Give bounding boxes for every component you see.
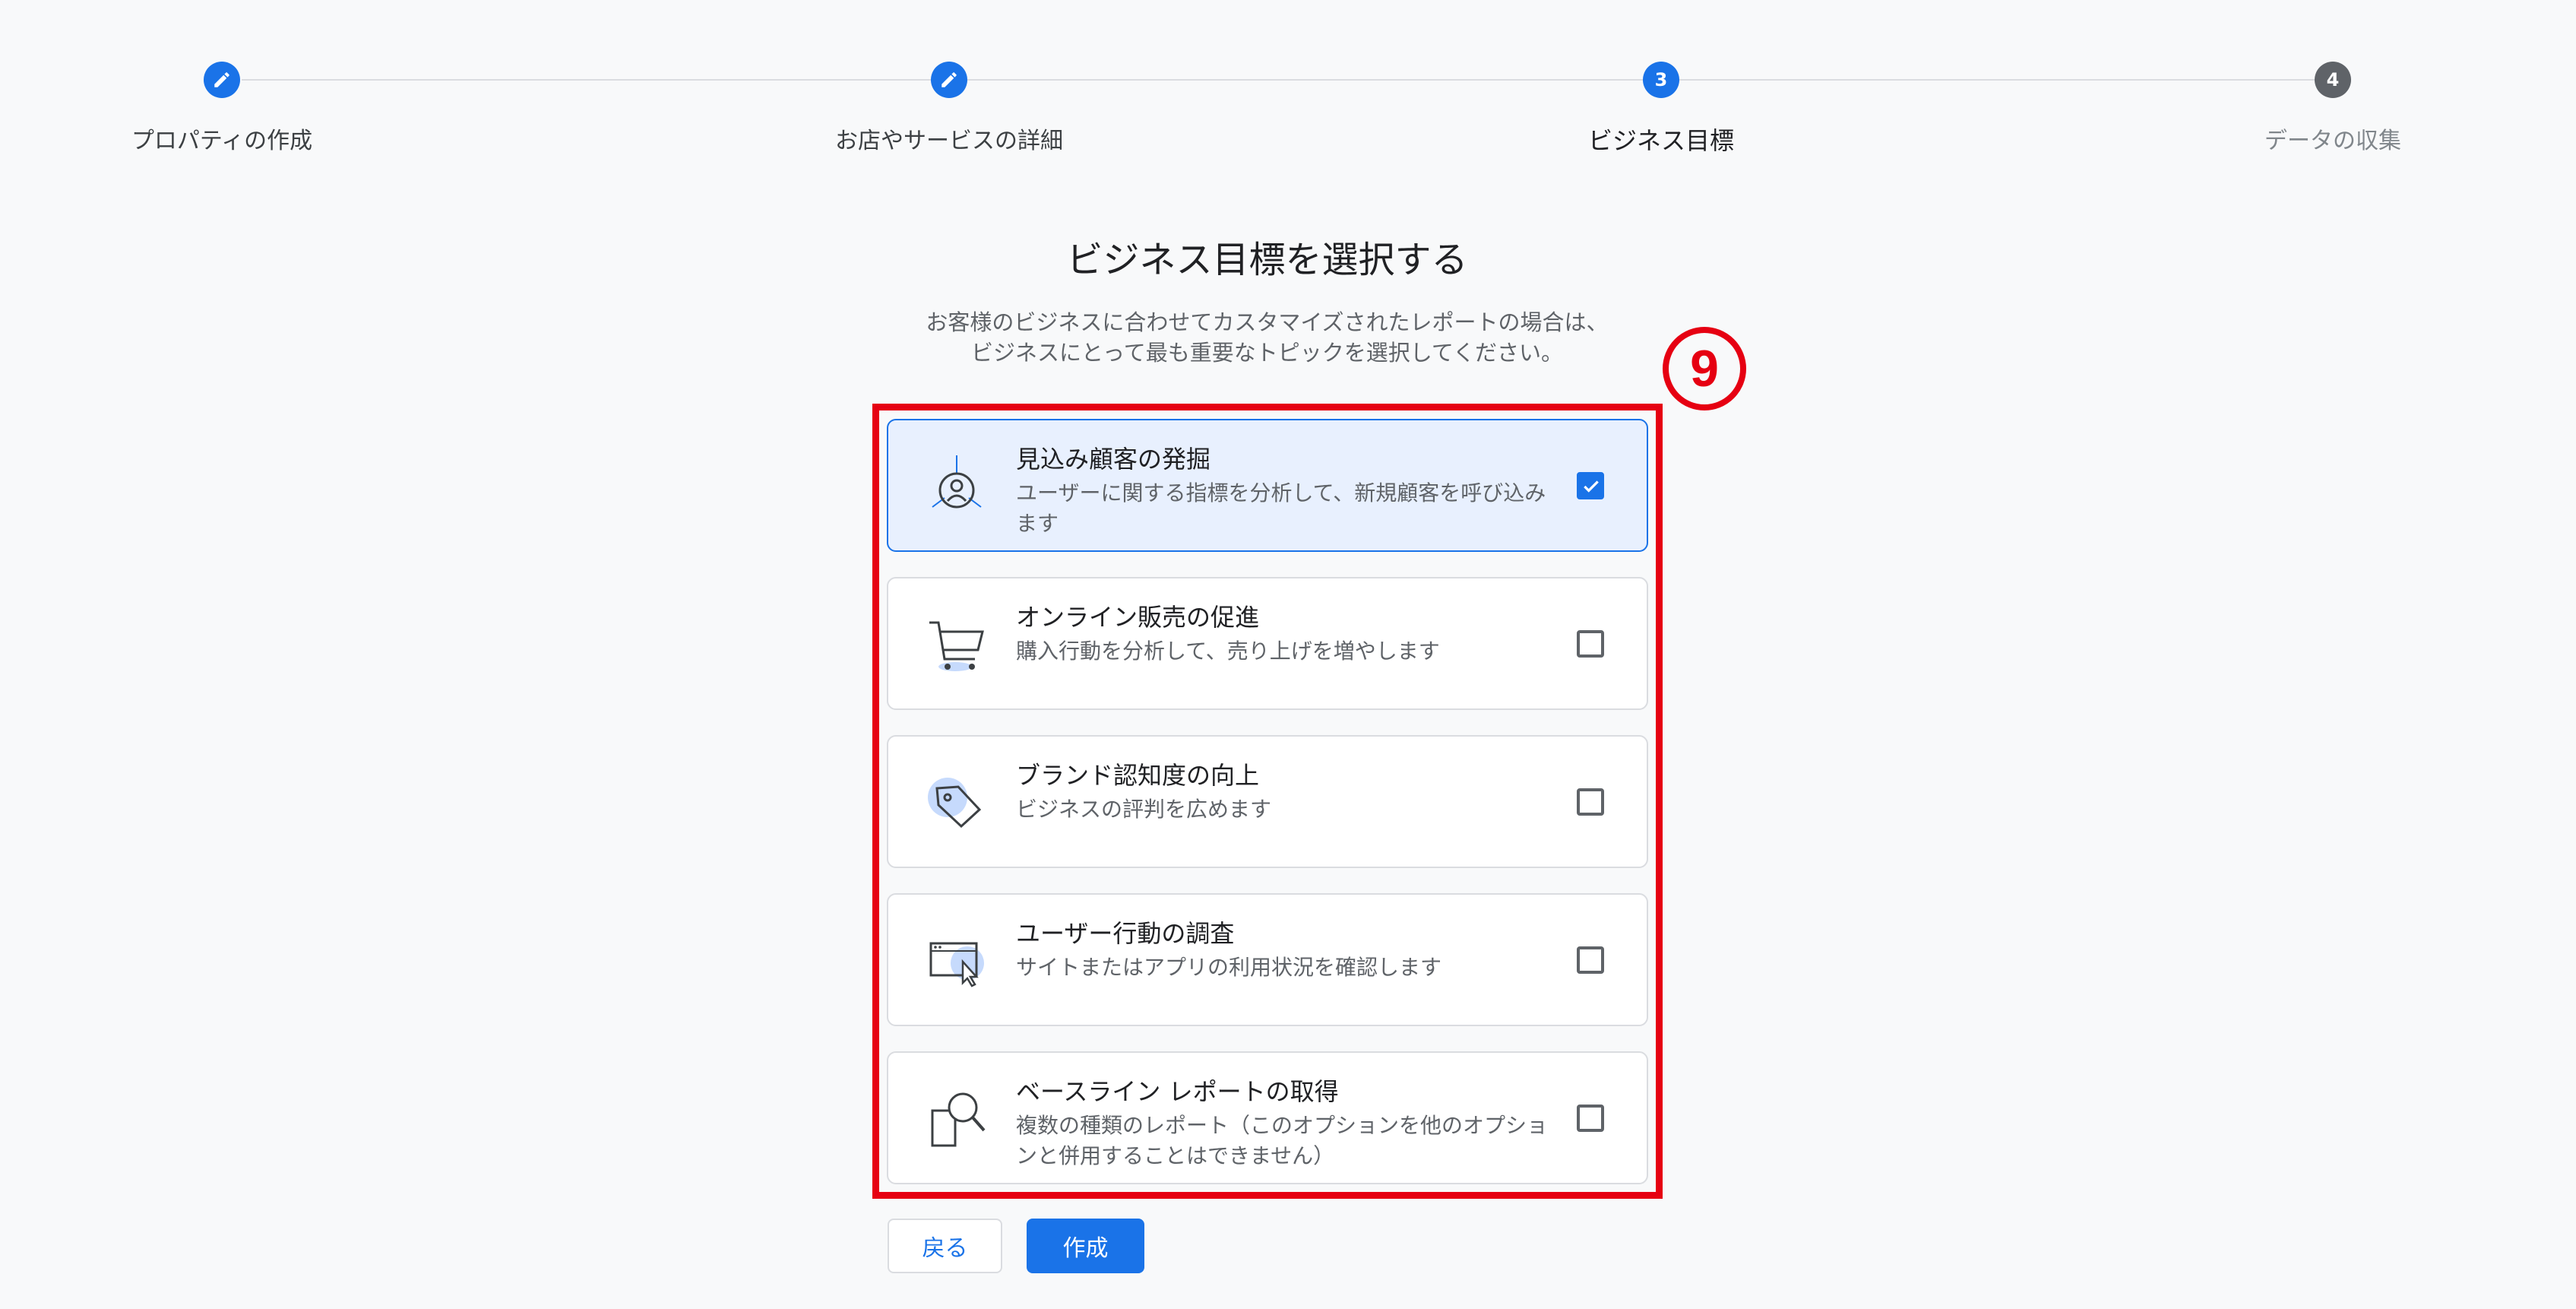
back-button[interactable]: 戻る bbox=[888, 1219, 1002, 1273]
annotation-number-badge: 9 bbox=[1663, 327, 1746, 410]
step-4-number: 4 bbox=[2315, 62, 2351, 98]
annotation-highlight-box bbox=[872, 404, 1663, 1199]
page-title: ビジネス目標を選択する bbox=[1066, 239, 1468, 281]
subtitle-line-1: お客様のビジネスに合わせてカスタマイズされたレポートの場合は、 bbox=[926, 309, 1609, 335]
step-3-number: 3 bbox=[1643, 62, 1679, 98]
step-3-label: ビジネス目標 bbox=[1587, 126, 1734, 155]
step-1-label: プロパティの作成 bbox=[131, 128, 313, 154]
subtitle-line-2: ビジネスにとって最も重要なトピックを選択してください。 bbox=[971, 340, 1563, 366]
step-1-edit-icon[interactable] bbox=[204, 62, 240, 98]
page-subtitle: お客様のビジネスに合わせてカスタマイズされたレポートの場合は、 ビジネスにとって… bbox=[0, 307, 2534, 368]
step-2-label: お店やサービスの詳細 bbox=[835, 128, 1063, 154]
step-4-label: データの収集 bbox=[2264, 128, 2401, 154]
step-2-edit-icon[interactable] bbox=[931, 62, 967, 98]
setup-stepper: プロパティの作成 お店やサービスの詳細 3 ビジネス目標 4 データの収集 bbox=[0, 0, 2576, 175]
create-button[interactable]: 作成 bbox=[1027, 1219, 1144, 1273]
stepper-line bbox=[242, 79, 2331, 81]
